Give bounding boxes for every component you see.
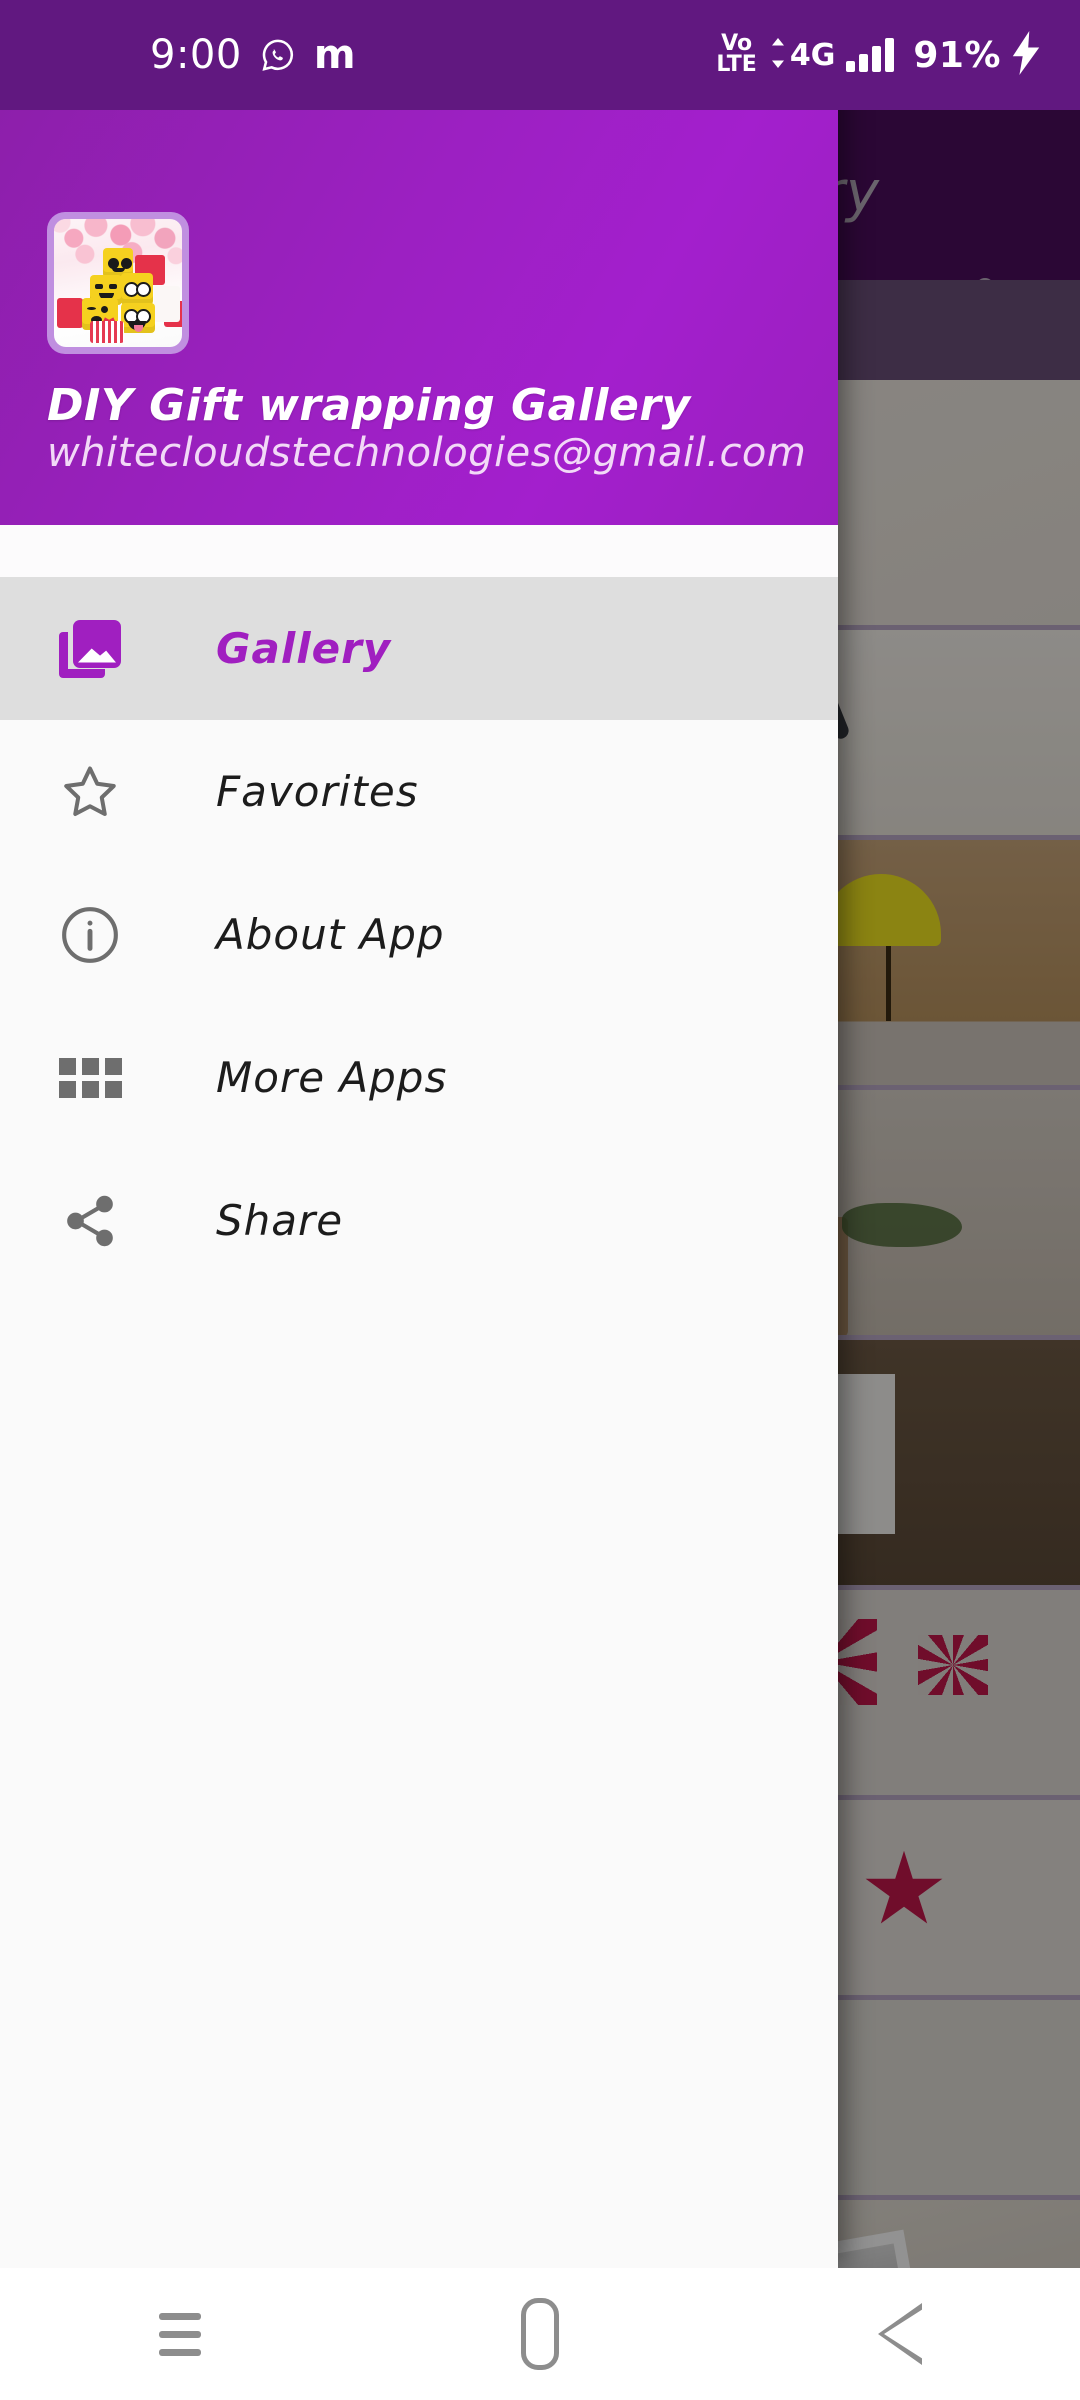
back-button[interactable] <box>825 2268 975 2400</box>
phone-screen: ry DIY Gift wrapping Gallery whiteclouds… <box>0 0 1080 2400</box>
star-outline-icon <box>40 762 140 822</box>
photo-library-icon <box>40 619 140 678</box>
data-transfer-arrows-icon <box>768 37 788 73</box>
volte-icon: Vo LTE <box>716 33 757 77</box>
sidebar-item-favorites[interactable]: Favorites <box>0 720 838 863</box>
recents-menu-icon <box>159 2312 201 2356</box>
sidebar-item-more-apps[interactable]: More Apps <box>0 1006 838 1149</box>
network-type-label: 4G <box>789 37 836 73</box>
gmail-m-icon: m <box>313 32 356 78</box>
status-bar-clock: 9:00 <box>150 32 242 78</box>
sidebar-item-gallery[interactable]: Gallery <box>0 577 838 720</box>
charging-bolt-icon <box>1012 30 1040 80</box>
battery-percent-label: 91% <box>913 34 1001 76</box>
whatsapp-icon <box>260 37 296 73</box>
sidebar-item-label: Share <box>216 1196 344 1245</box>
sidebar-item-label: Gallery <box>216 624 392 673</box>
drawer-app-title: DIY Gift wrapping Gallery <box>47 380 691 431</box>
recents-button[interactable] <box>105 2268 255 2400</box>
share-nodes-icon <box>40 1192 140 1250</box>
grid-apps-icon <box>40 1057 140 1098</box>
navigation-drawer: DIY Gift wrapping Gallery whitecloudstec… <box>0 0 838 2268</box>
drawer-divider-gap <box>0 525 838 577</box>
status-bar-left: 9:00 m <box>150 32 356 78</box>
back-triangle-icon <box>878 2303 923 2365</box>
drawer-account-email: whitecloudstechnologies@gmail.com <box>47 430 807 476</box>
status-bar-right: Vo LTE 4G 91% <box>716 30 1040 80</box>
home-button[interactable] <box>465 2268 615 2400</box>
home-square-icon <box>521 2298 559 2370</box>
sidebar-item-about-app[interactable]: About App <box>0 863 838 1006</box>
drawer-menu: Gallery Favorites About App More Apps Sh… <box>0 577 838 1292</box>
sidebar-item-label: About App <box>216 910 445 959</box>
android-navigation-bar <box>0 2268 1080 2400</box>
info-circle-icon <box>40 904 140 966</box>
status-bar: 9:00 m Vo LTE 4G 91% <box>0 0 1080 110</box>
signal-bars-icon <box>846 38 895 72</box>
app-icon <box>47 212 189 354</box>
sidebar-item-label: More Apps <box>216 1053 448 1102</box>
sidebar-item-label: Favorites <box>216 767 419 816</box>
sidebar-item-share[interactable]: Share <box>0 1149 838 1292</box>
volte-line2: LTE <box>716 52 757 77</box>
network-indicator: 4G <box>768 37 836 73</box>
